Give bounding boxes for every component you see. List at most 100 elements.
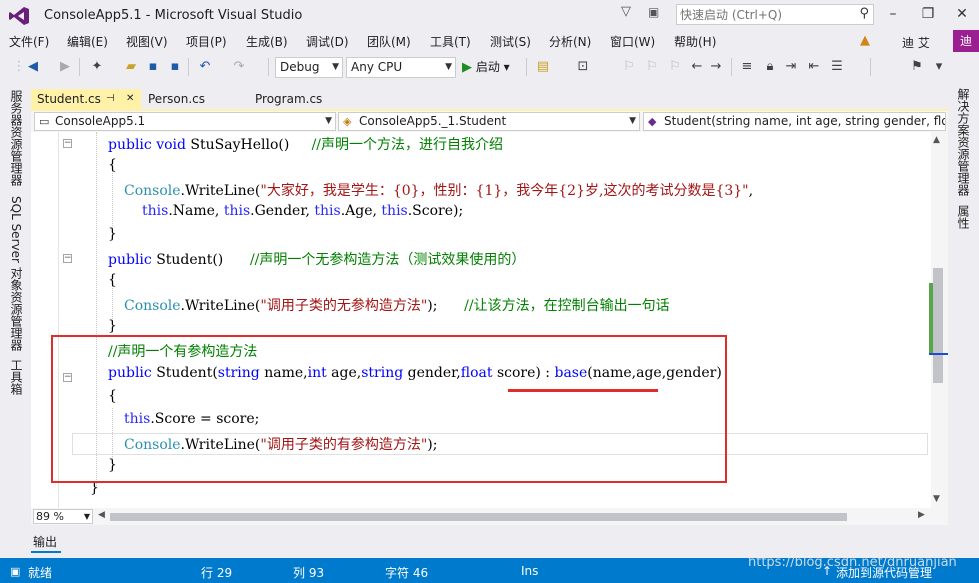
scroll-up-icon[interactable]: ▲ (933, 135, 940, 145)
menu-view[interactable]: 视图(V) (126, 33, 168, 50)
close-tab-icon[interactable]: ✕ (126, 89, 134, 109)
start-debugging-button[interactable]: ▶ 启动 ▾ (462, 58, 510, 76)
save-icon[interactable]: ▪ (144, 58, 162, 76)
undo-icon[interactable]: ↶ (196, 58, 214, 76)
new-project-icon[interactable]: ✦ (88, 58, 106, 76)
menu-analyze[interactable]: 分析(N) (549, 33, 591, 50)
toolbar-separator (79, 58, 80, 76)
menu-build[interactable]: 生成(B) (246, 33, 288, 50)
scroll-left-icon[interactable]: ◀ (98, 510, 105, 520)
toolbar-separator (870, 58, 871, 76)
change-marker (929, 283, 933, 353)
close-button[interactable]: ✕ (949, 3, 975, 25)
watermark: https://blog.csdn.net/dnruanjian (748, 555, 957, 570)
menu-help[interactable]: 帮助(H) (674, 33, 716, 50)
toolbox-tab[interactable]: 工具箱 (8, 359, 25, 395)
tab-program-cs[interactable]: Program.cs (249, 89, 349, 109)
sql-object-explorer-tab[interactable]: SQL Server 对象资源管理器 (8, 196, 25, 351)
menu-file[interactable]: 文件(F) (9, 33, 49, 50)
notifications-icon[interactable]: ▣ (648, 5, 666, 23)
method-icon: ◆ (648, 115, 657, 128)
avatar[interactable]: 迪 (953, 30, 979, 52)
browser-link-icon[interactable]: ▤ (534, 58, 552, 76)
project-dropdown[interactable]: ▭ ConsoleApp5.1 ▼ (34, 112, 336, 131)
member-dropdown[interactable]: ◆ Student(string name, int age, string g… (643, 112, 946, 131)
toolbar-separator (731, 58, 732, 76)
start-label: 启动 (475, 60, 500, 74)
outdent-icon[interactable]: ⇤ (805, 58, 823, 76)
redo-icon[interactable]: ↷ (230, 58, 248, 76)
class-dropdown[interactable]: ◈ ConsoleApp5._1.Student ▼ (338, 112, 640, 131)
member-dropdown-value: Student(string name, int age, string gen… (664, 114, 945, 128)
indent-guide (112, 170, 113, 230)
tab-person-cs[interactable]: Person.cs (142, 89, 247, 109)
fold-toggle-icon[interactable]: − (63, 139, 72, 148)
menu-debug[interactable]: 调试(D) (306, 33, 349, 50)
minimize-button[interactable]: – (880, 3, 906, 25)
zoom-level-select[interactable]: 89 % ▼ (33, 509, 93, 524)
solution-config-select[interactable]: Debug ▼ (275, 57, 343, 78)
solution-explorer-tab[interactable]: 解决方案资源管理器 (955, 88, 972, 196)
pin-icon[interactable]: ⊣ (106, 89, 115, 109)
chevron-down-icon: ▼ (445, 62, 452, 72)
chevron-down-icon: ▼ (629, 116, 636, 126)
solution-platform-select[interactable]: Any CPU ▼ (346, 57, 456, 78)
menu-window[interactable]: 窗口(W) (610, 33, 655, 50)
menu-team[interactable]: 团队(M) (367, 33, 411, 50)
warning-icon[interactable]: ▲ (860, 33, 870, 48)
comment-out-icon[interactable]: ≡ (738, 58, 756, 76)
menu-edit[interactable]: 编辑(E) (67, 33, 108, 50)
toolbar-separator (268, 58, 269, 76)
active-tab-indicator (31, 551, 61, 553)
toolbar-options-icon[interactable]: ▾ (930, 58, 948, 76)
arrow-right-icon[interactable]: → (707, 58, 725, 76)
class-icon: ◈ (343, 115, 352, 128)
tab-label: Person.cs (148, 92, 205, 106)
menu-project[interactable]: 项目(P) (186, 33, 227, 50)
status-insert-mode: Ins (521, 564, 539, 578)
menu-test[interactable]: 测试(S) (490, 33, 531, 50)
lock-icon[interactable]: 🔒︎ (761, 58, 779, 76)
output-tab[interactable]: 输出 (33, 533, 57, 550)
code-line: public Student() //声明一个无参构造方法（测试效果使用的） (108, 252, 526, 268)
tab-label: Program.cs (255, 92, 323, 106)
caret-marker (929, 353, 948, 355)
open-file-icon[interactable]: ▰ (122, 58, 140, 76)
tab-student-cs[interactable]: Student.cs ⊣ ✕ (31, 89, 141, 109)
code-map-icon[interactable]: ⊡ (574, 58, 592, 76)
bookmark-clear-icon[interactable]: ⚐ (666, 58, 684, 76)
bookmark-prev-icon[interactable]: ⚐ (620, 58, 638, 76)
highlight-underline (508, 389, 658, 392)
properties-tab[interactable]: 属性 (955, 205, 972, 229)
chevron-down-icon: ▼ (332, 62, 339, 72)
solution-platform-value: Any CPU (351, 60, 403, 74)
scrollbar-thumb[interactable] (933, 268, 943, 383)
tab-label: Student.cs (37, 92, 101, 106)
user-name[interactable]: 迪 艾 (902, 34, 930, 51)
scroll-right-icon[interactable]: ▶ (918, 510, 925, 520)
bookmark-next-icon[interactable]: ⚐ (643, 58, 661, 76)
server-explorer-tab[interactable]: 服务器资源管理器 (8, 90, 25, 186)
toggle-bookmark-icon[interactable]: ⚑ (908, 58, 926, 76)
save-all-icon[interactable]: ▪ (166, 58, 184, 76)
feedback-filter-icon[interactable]: ▽ (617, 4, 635, 22)
chevron-down-icon: ▼ (325, 116, 332, 126)
indent-icon[interactable]: ⇥ (782, 58, 800, 76)
quick-launch-box[interactable]: ⚲ (676, 4, 874, 25)
format-icon[interactable]: ☰ (828, 58, 846, 76)
search-icon[interactable]: ⚲ (859, 6, 869, 21)
scroll-down-icon[interactable]: ▼ (933, 494, 940, 504)
menu-tools[interactable]: 工具(T) (430, 33, 471, 50)
scrollbar-thumb[interactable] (110, 513, 847, 521)
arrow-left-icon[interactable]: ← (688, 58, 706, 76)
navigate-forward-icon[interactable]: ▶ (56, 58, 74, 76)
status-char: 字符 46 (385, 566, 429, 580)
window-title: ConsoleApp5.1 - Microsoft Visual Studio (44, 8, 303, 23)
code-line: public void StuSayHello() //声明一个方法，进行自我介… (108, 137, 504, 153)
code-line: } (108, 226, 117, 242)
restore-button[interactable]: ❐ (915, 3, 941, 25)
navigate-back-icon[interactable]: ◀ (24, 58, 42, 76)
fold-toggle-icon[interactable]: − (63, 254, 72, 263)
quick-launch-input[interactable] (680, 6, 852, 23)
highlight-box (51, 335, 727, 483)
